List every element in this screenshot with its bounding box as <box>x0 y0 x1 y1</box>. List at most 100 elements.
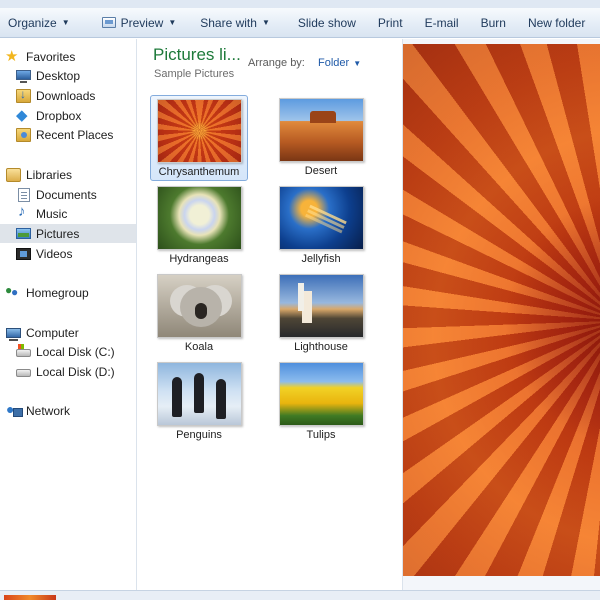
library-subtitle: Sample Pictures <box>154 68 235 80</box>
thumbnail-item-penguins[interactable]: Penguins <box>150 359 248 445</box>
nav-network[interactable]: Network <box>0 401 136 420</box>
share-with-label: Share with <box>200 15 257 30</box>
thumbnail-label: Tulips <box>306 429 336 441</box>
nav-label: Pictures <box>36 226 80 241</box>
nav-documents[interactable]: Documents <box>0 185 136 204</box>
nav-homegroup[interactable]: Homegroup <box>0 283 136 302</box>
nav-favorites[interactable]: Favorites <box>0 47 136 66</box>
nav-downloads[interactable]: Downloads <box>0 86 136 105</box>
thumbnail-label: Desert <box>304 165 338 177</box>
file-list-pane: Pictures li... Sample Pictures Arrange b… <box>137 39 402 600</box>
organize-button[interactable]: Organize ▼ <box>0 10 78 36</box>
nav-pictures[interactable]: Pictures <box>0 224 136 243</box>
music-note-icon <box>16 203 31 221</box>
share-with-button[interactable]: Share with ▼ <box>192 10 278 36</box>
thumbnail-image <box>278 274 364 338</box>
thumbnail-item-lighthouse[interactable]: Lighthouse <box>272 271 370 357</box>
nav-local-disk-d[interactable]: Local Disk (D:) <box>0 362 136 381</box>
chevron-down-icon: ▼ <box>353 59 362 68</box>
email-label: E-mail <box>424 15 459 30</box>
thumbnail-image <box>156 99 242 163</box>
preview-icon <box>101 17 116 28</box>
thumbnail-image <box>278 98 364 162</box>
new-folder-label: New folder <box>527 15 586 30</box>
thumbnail-item-desert[interactable]: Desert <box>272 95 370 181</box>
network-icon <box>6 401 23 418</box>
downloads-folder-icon <box>16 87 31 103</box>
nav-desktop[interactable]: Desktop <box>0 66 136 85</box>
new-folder-button[interactable]: New folder <box>520 10 593 36</box>
nav-videos[interactable]: Videos <box>0 244 136 263</box>
chevron-down-icon: ▼ <box>261 18 270 27</box>
nav-recent-places[interactable]: Recent Places <box>0 125 136 144</box>
thumbnail-item-chrysanthemum[interactable]: Chrysanthemum <box>150 95 248 181</box>
print-button[interactable]: Print <box>370 10 411 36</box>
thumbnail-label: Jellyfish <box>301 253 341 265</box>
thumbnail-label: Penguins <box>176 429 222 441</box>
nav-dropbox[interactable]: Dropbox <box>0 106 136 125</box>
arrange-by-label: Arrange by: <box>248 57 305 69</box>
nav-label: Music <box>36 206 68 221</box>
pictures-icon <box>16 228 31 239</box>
star-icon <box>5 47 21 65</box>
slide-show-label: Slide show <box>297 15 356 30</box>
navigation-pane: Favorites Desktop Downloads Dropbox Rece… <box>0 39 137 600</box>
dropbox-icon <box>16 106 31 124</box>
burn-label: Burn <box>480 15 506 30</box>
recent-places-icon <box>16 127 31 142</box>
documents-icon <box>18 187 30 202</box>
nav-label: Homegroup <box>26 285 89 300</box>
nav-label: Network <box>26 403 71 418</box>
thumbnail-label: Lighthouse <box>294 341 348 353</box>
hard-disk-icon <box>16 369 31 377</box>
nav-label: Computer <box>26 325 79 340</box>
desktop-icon <box>16 69 31 83</box>
thumbnail-item-jellyfish[interactable]: Jellyfish <box>272 183 370 269</box>
thumbnail-image <box>156 362 242 426</box>
hard-disk-icon <box>16 344 31 357</box>
details-pane <box>0 590 600 600</box>
command-bar: Organize ▼ Preview ▼ Share with ▼ Slide … <box>0 8 600 38</box>
details-thumbnail <box>4 595 56 600</box>
nav-label: Recent Places <box>36 127 114 142</box>
nav-label: Local Disk (C:) <box>36 344 115 359</box>
window-top-strip <box>0 0 600 8</box>
computer-icon <box>6 327 21 341</box>
preview-button[interactable]: Preview ▼ <box>94 10 185 36</box>
nav-label: Local Disk (D:) <box>36 364 115 379</box>
nav-label: Videos <box>36 246 73 261</box>
email-button[interactable]: E-mail <box>417 10 467 36</box>
thumbnail-item-tulips[interactable]: Tulips <box>272 359 370 445</box>
nav-label: Documents <box>36 187 97 202</box>
thumbnail-image <box>278 362 364 426</box>
thumbnail-image <box>278 186 364 250</box>
libraries-icon <box>6 167 21 182</box>
thumbnail-image <box>156 274 242 338</box>
videos-icon <box>16 247 31 260</box>
homegroup-icon <box>5 283 21 300</box>
thumbnail-label: Koala <box>184 341 214 353</box>
thumbnail-label: Hydrangeas <box>169 253 229 265</box>
print-label: Print <box>377 15 403 30</box>
nav-label: Desktop <box>36 68 81 83</box>
slide-show-button[interactable]: Slide show <box>290 10 364 36</box>
thumbnail-item-hydrangeas[interactable]: Hydrangeas <box>150 183 248 269</box>
nav-libraries[interactable]: Libraries <box>0 165 136 184</box>
arrange-by-dropdown[interactable]: Folder ▼ <box>318 57 361 69</box>
thumbnail-item-koala[interactable]: Koala <box>150 271 248 357</box>
nav-label: Libraries <box>26 167 73 182</box>
thumbnail-label: Chrysanthemum <box>158 166 240 178</box>
organize-label: Organize <box>8 15 57 30</box>
preview-pane <box>402 39 600 600</box>
library-title: Pictures li... <box>153 45 241 64</box>
preview-image <box>403 44 600 576</box>
nav-computer[interactable]: Computer <box>0 323 136 342</box>
nav-local-disk-c[interactable]: Local Disk (C:) <box>0 342 136 361</box>
nav-label: Dropbox <box>36 108 82 123</box>
arrange-by-value: Folder <box>318 57 350 69</box>
nav-music[interactable]: Music <box>0 203 136 223</box>
burn-button[interactable]: Burn <box>473 10 514 36</box>
chevron-down-icon: ▼ <box>61 18 70 27</box>
nav-label: Favorites <box>26 49 76 64</box>
chevron-down-icon: ▼ <box>168 18 177 27</box>
